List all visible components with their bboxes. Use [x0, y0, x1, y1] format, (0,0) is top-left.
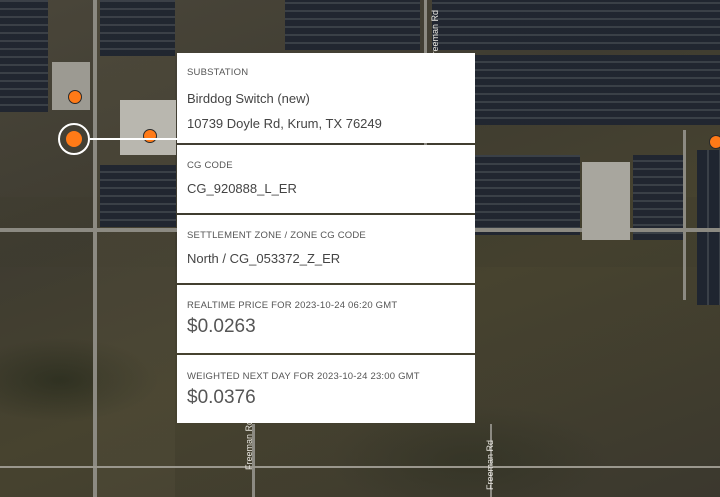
cg-code-value: CG_920888_L_ER: [187, 181, 297, 196]
solar-array: [475, 55, 720, 125]
settlement-zone-label: SETTLEMENT ZONE / ZONE CG CODE: [187, 230, 366, 241]
substation-pad: [120, 100, 176, 155]
road: [93, 0, 97, 497]
selected-substation-marker[interactable]: [58, 123, 90, 155]
solar-array: [475, 155, 580, 235]
realtime-price-card: REALTIME PRICE FOR 2023-10-24 06:20 GMT …: [177, 285, 475, 353]
substation-marker[interactable]: [68, 90, 82, 104]
realtime-price-label: REALTIME PRICE FOR 2023-10-24 06:20 GMT: [187, 300, 398, 311]
next-day-price-label: WEIGHTED NEXT DAY FOR 2023-10-24 23:00 G…: [187, 371, 420, 382]
substation-marker[interactable]: [709, 135, 720, 149]
substation-label: SUBSTATION: [187, 67, 249, 78]
substation-popup: SUBSTATION Birddog Switch (new) 10739 Do…: [177, 53, 475, 425]
next-day-price-value: $0.0376: [187, 387, 256, 408]
road-label: Freeman Rd: [244, 419, 254, 470]
solar-array: [0, 0, 48, 112]
road-label: Freeman Rd: [485, 439, 495, 490]
realtime-price-value: $0.0263: [187, 316, 256, 337]
solar-array: [100, 0, 175, 56]
road: [683, 130, 686, 300]
substation-card: SUBSTATION Birddog Switch (new) 10739 Do…: [177, 53, 475, 143]
substation-name: Birddog Switch (new): [187, 91, 310, 106]
substation-address: 10739 Doyle Rd, Krum, TX 76249: [187, 116, 382, 131]
solar-array: [432, 0, 720, 50]
selected-marker-dot: [66, 131, 82, 147]
substation-marker[interactable]: [143, 129, 157, 143]
settlement-zone-value: North / CG_053372_Z_ER: [187, 251, 341, 266]
cg-code-card: CG CODE CG_920888_L_ER: [177, 145, 475, 213]
facility-pad: [582, 162, 630, 240]
next-day-price-card: WEIGHTED NEXT DAY FOR 2023-10-24 23:00 G…: [177, 355, 475, 423]
popup-connector: [90, 138, 177, 140]
solar-array: [285, 0, 420, 50]
cg-code-label: CG CODE: [187, 160, 233, 171]
road: [0, 466, 720, 468]
solar-array: [100, 165, 176, 227]
settlement-zone-card: SETTLEMENT ZONE / ZONE CG CODE North / C…: [177, 215, 475, 283]
